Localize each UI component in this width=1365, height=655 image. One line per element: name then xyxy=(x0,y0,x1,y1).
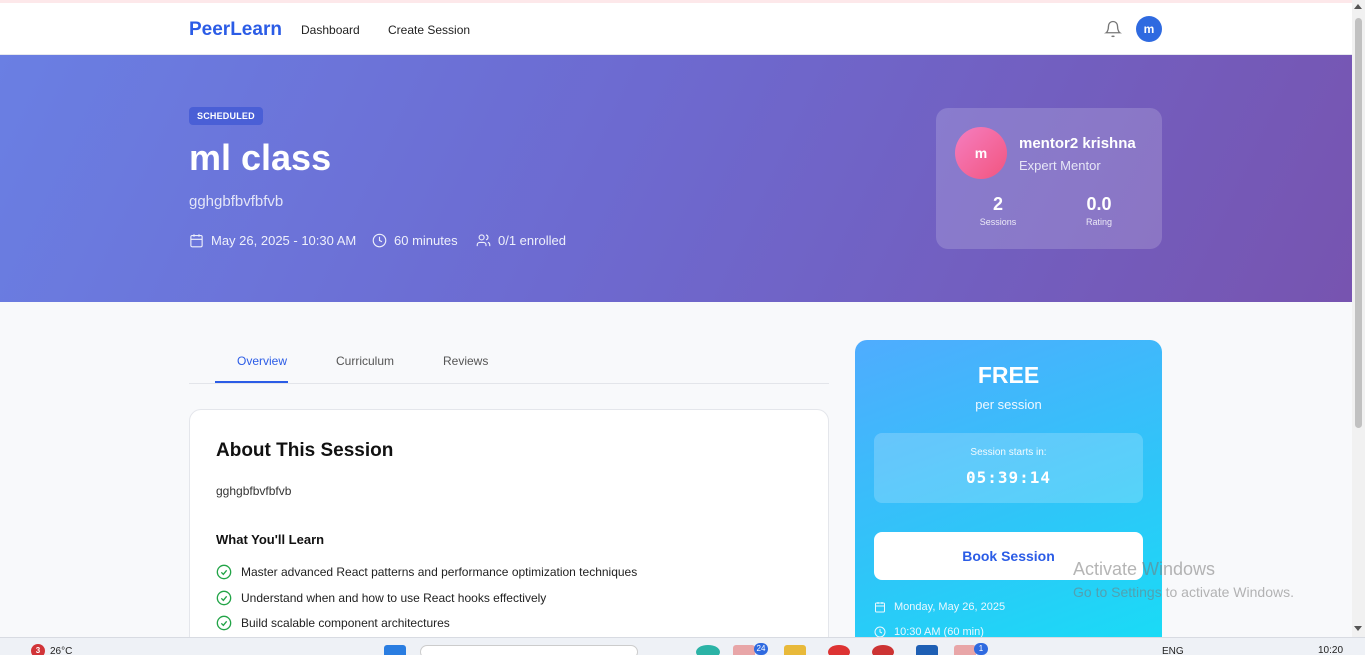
learn-item-text: Build scalable component architectures xyxy=(241,616,450,630)
activate-windows-title: Activate Windows xyxy=(1073,559,1216,579)
booking-date: Monday, May 26, 2025 xyxy=(874,601,1005,613)
countdown-label: Session starts in: xyxy=(970,447,1047,458)
nav-dashboard[interactable]: Dashboard xyxy=(301,23,360,37)
session-enrolled-text: 0/1 enrolled xyxy=(498,233,566,248)
check-circle-icon xyxy=(216,564,232,580)
taskbar-app-icon[interactable] xyxy=(733,645,755,655)
mentor-rating-label: Rating xyxy=(1085,217,1112,227)
taskbar-search-box[interactable] xyxy=(420,645,638,655)
brand-logo[interactable]: PeerLearn xyxy=(189,19,282,41)
tab-overview[interactable]: Overview xyxy=(237,354,287,368)
session-subtitle: gghgbfbvfbfvb xyxy=(189,193,284,210)
taskbar-app-icon[interactable] xyxy=(872,645,894,655)
about-description: gghgbfbvfbfvb xyxy=(216,484,292,498)
windows-start-icon[interactable] xyxy=(384,645,406,655)
countdown-box: Session starts in: 05:39:14 xyxy=(874,433,1143,503)
learn-item: Build scalable component architectures xyxy=(216,615,450,631)
session-hero: SCHEDULED ml class gghgbfbvfbfvb May 26,… xyxy=(0,55,1352,302)
check-circle-icon xyxy=(216,615,232,631)
booking-date-text: Monday, May 26, 2025 xyxy=(894,601,1006,613)
mentor-avatar: m xyxy=(955,127,1007,179)
weather-temperature[interactable]: 26°C xyxy=(50,646,72,655)
users-icon xyxy=(476,234,491,247)
learn-item-text: Master advanced React patterns and perfo… xyxy=(241,565,638,579)
mentor-sessions-label: Sessions xyxy=(979,217,1017,227)
price-unit: per session xyxy=(975,397,1042,412)
booking-card: FREE per session Session starts in: 05:3… xyxy=(855,340,1162,655)
tab-curriculum[interactable]: Curriculum xyxy=(336,354,394,368)
active-tab-indicator xyxy=(215,381,288,383)
folder-icon[interactable] xyxy=(784,645,806,655)
learn-heading: What You'll Learn xyxy=(216,532,325,547)
clock-time[interactable]: 10:20 xyxy=(1318,645,1343,655)
learn-item-text: Understand when and how to use React hoo… xyxy=(241,591,547,605)
status-badge: SCHEDULED xyxy=(189,107,263,125)
tab-reviews[interactable]: Reviews xyxy=(443,354,488,368)
session-date-text: May 26, 2025 - 10:30 AM xyxy=(211,233,357,248)
top-navbar: PeerLearn Dashboard Create Session m xyxy=(0,3,1352,55)
mentor-sessions-stat: 2 Sessions xyxy=(958,194,1038,227)
language-indicator[interactable]: ENG xyxy=(1162,646,1184,655)
session-enrolled: 0/1 enrolled xyxy=(476,233,566,248)
mentor-card[interactable]: m mentor2 krishna Expert Mentor 2 Sessio… xyxy=(936,108,1162,249)
weather-alert-badge: 3 xyxy=(31,644,45,655)
page-scrollbar[interactable] xyxy=(1352,0,1365,637)
mentor-rating-value: 0.0 xyxy=(1086,194,1112,214)
taskbar-app-icon[interactable] xyxy=(916,645,938,655)
activate-windows-subtitle: Go to Settings to activate Windows. xyxy=(1073,584,1294,600)
scroll-down-arrow-icon[interactable] xyxy=(1354,626,1362,631)
scroll-thumb[interactable] xyxy=(1355,18,1362,428)
mentor-role: Expert Mentor xyxy=(1019,158,1101,173)
nav-create-session[interactable]: Create Session xyxy=(388,23,470,37)
check-circle-icon xyxy=(216,590,232,606)
about-heading: About This Session xyxy=(216,440,394,461)
session-duration-text: 60 minutes xyxy=(394,233,458,248)
session-title: ml class xyxy=(189,137,332,178)
taskbar-app-icon[interactable] xyxy=(954,645,976,655)
price: FREE xyxy=(977,362,1040,388)
windows-taskbar: 3 26°C 24 1 ENG 10:20 xyxy=(0,637,1365,655)
bell-icon[interactable] xyxy=(1104,19,1122,39)
session-duration: 60 minutes xyxy=(372,233,458,248)
clock-icon xyxy=(372,233,387,248)
taskbar-app-badge: 1 xyxy=(974,643,988,655)
learn-item: Understand when and how to use React hoo… xyxy=(216,590,546,606)
session-tabs: Overview Curriculum Reviews xyxy=(189,340,829,384)
learn-item: Master advanced React patterns and perfo… xyxy=(216,564,637,580)
countdown-timer: 05:39:14 xyxy=(965,468,1052,487)
calendar-icon xyxy=(190,234,203,248)
scroll-up-arrow-icon[interactable] xyxy=(1354,4,1362,9)
mentor-name: mentor2 krishna xyxy=(1019,135,1136,152)
session-date: May 26, 2025 - 10:30 AM xyxy=(189,233,356,248)
mentor-sessions-value: 2 xyxy=(992,194,1003,214)
user-avatar[interactable]: m xyxy=(1136,16,1162,42)
taskbar-app-icon[interactable] xyxy=(696,645,720,655)
mentor-rating-stat: 0.0 Rating xyxy=(1059,194,1139,227)
taskbar-app-badge: 24 xyxy=(754,643,768,655)
taskbar-app-icon[interactable] xyxy=(828,645,850,655)
about-card: About This Session gghgbfbvfbfvb What Yo… xyxy=(189,409,829,655)
calendar-icon xyxy=(875,602,885,613)
